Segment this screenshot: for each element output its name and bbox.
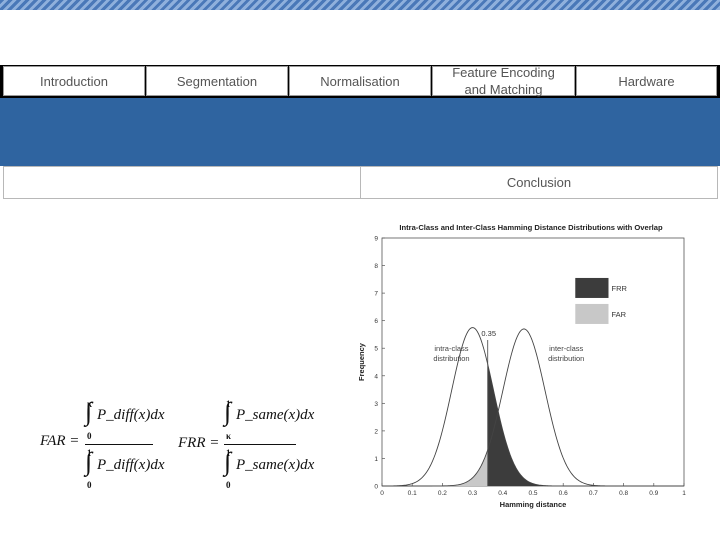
x-axis-label: Hamming distance xyxy=(500,500,567,509)
sub-nav-bar: Conclusion xyxy=(0,166,720,199)
far-den-lower-limit: 0 xyxy=(87,480,92,490)
y-tick-label: 5 xyxy=(374,346,378,353)
far-denominator: P_diff(x)dx xyxy=(97,457,165,473)
far-den-integral-icon: ∫ xyxy=(85,447,93,476)
title-band xyxy=(0,98,720,166)
inter-class-curve xyxy=(382,328,684,487)
intra-class-curve xyxy=(381,327,684,487)
x-tick-label: 0.1 xyxy=(408,490,417,497)
top-decorative-strip xyxy=(0,0,720,10)
far-area xyxy=(442,451,488,486)
chart-title: Intra-Class and Inter-Class Hamming Dist… xyxy=(399,223,663,232)
y-tick-label: 9 xyxy=(374,236,378,243)
sub-nav-blank-tab[interactable] xyxy=(3,166,361,199)
hamming-distance-chart: Intra-Class and Inter-Class Hamming Dist… xyxy=(358,223,686,509)
y-tick-label: 2 xyxy=(374,428,378,435)
frr-area xyxy=(487,364,564,486)
frr-den-integral-icon: ∫ xyxy=(224,447,232,476)
nav-tab-segmentation[interactable]: Segmentation xyxy=(146,66,288,96)
legend-label: FRR xyxy=(612,284,628,293)
frr-denominator: P_same(x)dx xyxy=(236,457,315,473)
far-fraction-bar xyxy=(85,444,153,445)
legend-swatch xyxy=(575,303,609,324)
far-lhs: FAR = xyxy=(40,433,80,449)
nav-bar: Introduction Segmentation Normalisation … xyxy=(0,65,720,98)
sub-nav-conclusion[interactable]: Conclusion xyxy=(360,166,718,199)
x-tick-label: 0 xyxy=(380,490,384,497)
far-numerator: P_diff(x)dx xyxy=(97,407,165,423)
frr-lhs: FRR = xyxy=(178,435,220,451)
inter-class-label: inter-class xyxy=(549,344,583,353)
y-tick-label: 3 xyxy=(374,401,378,408)
frr-fraction-bar xyxy=(224,444,296,445)
x-tick-label: 0.6 xyxy=(559,490,568,497)
y-tick-label: 7 xyxy=(374,291,378,298)
frr-numerator: P_same(x)dx xyxy=(236,407,315,423)
far-num-integral-icon: ∫ xyxy=(85,397,93,426)
x-tick-label: 0.4 xyxy=(498,490,507,497)
legend-label: FAR xyxy=(612,310,627,319)
x-tick-label: 0.5 xyxy=(528,490,537,497)
threshold-label: 0.35 xyxy=(481,329,496,338)
frr-num-integral-icon: ∫ xyxy=(224,397,232,426)
inter-class-label: distribution xyxy=(548,354,584,363)
intra-class-label: intra-class xyxy=(434,344,468,353)
nav-tab-feature-encoding[interactable]: Feature Encoding and Matching xyxy=(432,65,575,97)
frr-den-lower-limit: 0 xyxy=(226,480,231,490)
x-tick-label: 0.3 xyxy=(468,490,477,497)
x-tick-label: 0.7 xyxy=(589,490,598,497)
frr-num-lower-limit: κ xyxy=(226,431,231,441)
nav-tab-hardware[interactable]: Hardware xyxy=(576,66,717,96)
y-tick-label: 6 xyxy=(374,318,378,325)
nav-tab-normalisation[interactable]: Normalisation xyxy=(289,66,431,96)
y-tick-label: 1 xyxy=(374,456,378,463)
far-formula: FAR = κ ∫ 0 P_diff(x)dx 1 ∫ 0 P_diff(x)d… xyxy=(0,395,170,495)
y-tick-label: 8 xyxy=(374,263,378,270)
x-tick-label: 1 xyxy=(682,490,686,497)
y-tick-label: 4 xyxy=(374,373,378,380)
nav-tab-introduction[interactable]: Introduction xyxy=(3,66,145,96)
x-tick-label: 0.2 xyxy=(438,490,447,497)
y-tick-label: 0 xyxy=(374,484,378,491)
far-num-lower-limit: 0 xyxy=(87,431,92,441)
intra-class-label: distribution xyxy=(433,354,469,363)
x-tick-label: 0.9 xyxy=(649,490,658,497)
frr-formula: FRR = 1 ∫ κ P_same(x)dx 1 ∫ 0 P_same(x)d… xyxy=(170,395,350,495)
y-axis-label: Frequency xyxy=(358,342,366,381)
x-tick-label: 0.8 xyxy=(619,490,628,497)
plot-frame xyxy=(381,237,685,487)
legend-swatch xyxy=(575,277,609,298)
